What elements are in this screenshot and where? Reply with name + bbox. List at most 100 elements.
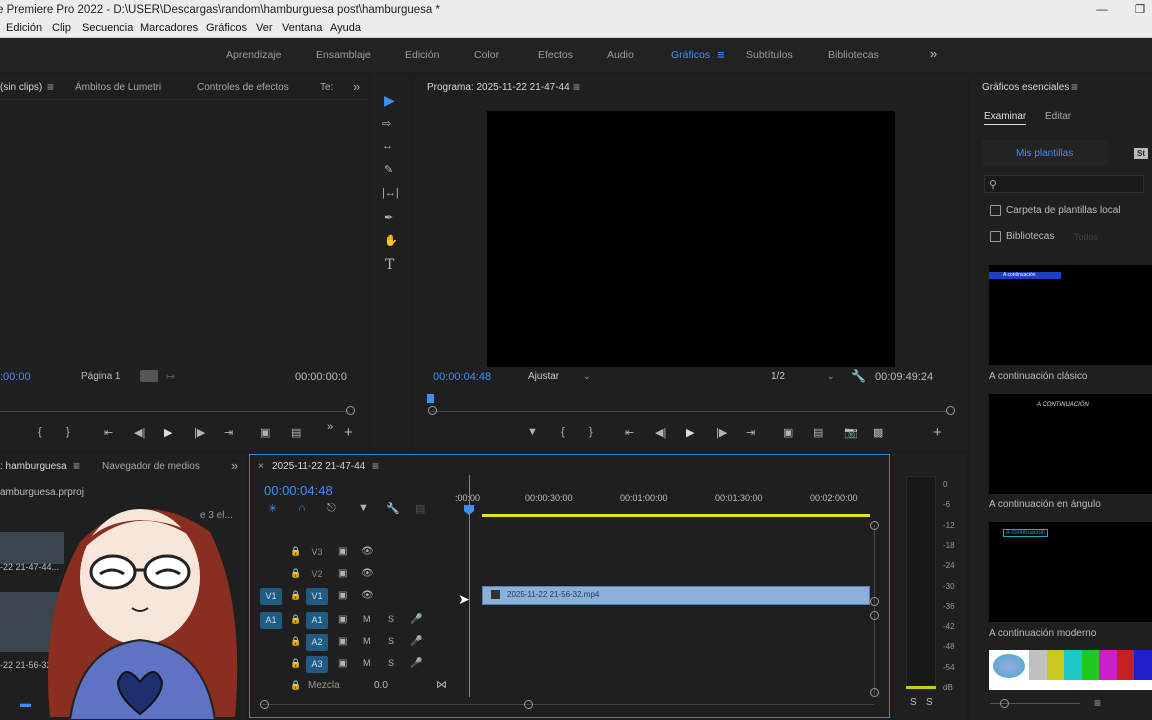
program-zoom-handle-right[interactable] [946,406,955,415]
my-templates-button[interactable]: Mis plantillas [982,140,1108,166]
nest-toggle-icon[interactable]: ✳ [268,502,277,515]
solo-button[interactable]: S [388,658,394,668]
sync-lock-icon[interactable]: ▣ [338,614,347,625]
mark-out-icon[interactable]: } [66,426,70,438]
mix-value[interactable]: 0.0 [374,680,388,691]
template-thumb-bars[interactable] [989,650,1152,690]
program-step-forward-icon[interactable]: |▶ [716,426,727,439]
libraries-checkbox[interactable] [990,231,1001,242]
workspace-audio[interactable]: Audio [607,49,634,61]
source-timecode[interactable]: :00:00 [0,371,31,383]
comparison-view-icon[interactable]: ▩ [873,426,883,439]
program-go-to-out-icon[interactable]: ⇥ [746,426,755,439]
local-templates-checkbox[interactable] [990,205,1001,216]
program-mark-out-icon[interactable]: } [589,426,593,438]
fit-dropdown[interactable]: Ajustar [528,371,559,382]
project-more-icon[interactable]: » [231,458,238,473]
lock-icon[interactable]: 🔒 [290,568,301,579]
menu-ver[interactable]: Ver [256,22,273,34]
tab-text[interactable]: Te: [320,82,333,93]
extract-icon[interactable]: ▤ [813,426,823,439]
resolution-dropdown[interactable]: 1/2 [771,371,785,382]
program-title[interactable]: Programa: 2025-11-22 21-47-44 [427,82,570,93]
workspace-aprendizaje[interactable]: Aprendizaje [226,49,281,61]
workspace-menu-icon[interactable]: ≡ [717,47,725,62]
solo-left-button[interactable]: S [910,697,917,708]
track-target-v2[interactable]: V2 [306,566,328,583]
track-select-tool-icon[interactable]: ⇨ [382,117,391,130]
program-playhead[interactable] [427,394,434,403]
menu-clip[interactable]: Clip [52,22,71,34]
solo-button[interactable]: S [388,636,394,646]
menu-ayuda[interactable]: Ayuda [330,22,361,34]
program-zoom-handle-left[interactable] [428,406,437,415]
type-tool-icon[interactable]: T [385,257,394,273]
menu-ventana[interactable]: Ventana [282,22,322,34]
source-menu-icon[interactable]: ≡ [47,80,54,94]
solo-button[interactable]: S [388,614,394,624]
eye-icon[interactable]: 👁 [361,546,374,557]
microphone-icon[interactable]: 🎤 [410,614,422,625]
tab-source[interactable]: (sin clips) [0,82,42,93]
tab-project[interactable]: : hamburguesa [0,461,67,472]
lock-icon[interactable]: 🔒 [290,658,301,669]
timeline-timecode[interactable]: 00:00:04:48 [264,483,333,498]
program-add-button-icon[interactable]: + [933,424,942,441]
step-forward-icon[interactable]: |▶ [194,426,205,439]
program-step-back-icon[interactable]: ◀| [655,426,666,439]
project-menu-icon[interactable]: ≡ [73,459,80,473]
tab-browse[interactable]: Examinar [984,111,1027,125]
adobe-stock-badge[interactable]: St [1134,148,1148,159]
razor-tool-icon[interactable]: ✎ [384,163,393,176]
template-search-input[interactable]: ⚲ [984,175,1144,193]
eye-icon[interactable]: 👁 [361,590,374,601]
linked-selection-icon[interactable]: ⎋ [327,502,336,515]
workspace-ensamblaje[interactable]: Ensamblaje [316,49,371,61]
export-frame-icon[interactable]: 📷 [844,426,858,439]
lock-icon[interactable]: 🔒 [290,590,301,601]
menu-secuencia[interactable]: Secuencia [82,22,133,34]
menu-edicion[interactable]: Edición [6,22,42,34]
add-marker-timeline-icon[interactable]: ▼ [358,502,369,514]
overwrite-icon[interactable]: ▤ [291,426,301,439]
play-icon[interactable]: ▶ [164,426,172,439]
vscroll-handle-1[interactable] [870,521,879,530]
more-workspaces-icon[interactable]: » [930,46,937,61]
source-patch-v1[interactable]: V1 [260,588,282,605]
program-play-icon[interactable]: ▶ [686,426,694,439]
add-marker-icon[interactable]: ▼ [527,426,538,438]
workspace-graficos[interactable]: Gráficos [671,49,710,61]
program-video-frame[interactable] [487,111,895,367]
pen-tool-icon[interactable]: ✒ [384,211,393,224]
more-tabs-icon[interactable]: » [353,79,360,94]
essential-graphics-title[interactable]: Gráficos esenciales [982,82,1069,93]
program-go-to-in-icon[interactable]: ⇤ [625,426,634,439]
template-thumb-angle[interactable]: A CONTINUACIÓN [989,394,1152,494]
source-patch-a1[interactable]: A1 [260,612,282,629]
program-timecode[interactable]: 00:00:04:48 [433,371,491,383]
mix-expand-icon[interactable]: ⋈ [436,678,447,691]
program-scrubber[interactable] [431,411,949,412]
timeline-scroll-handle-left[interactable] [260,700,269,709]
restore-icon[interactable]: ❐ [1130,0,1150,20]
playhead-handle[interactable] [464,505,474,515]
solo-right-button[interactable]: S [926,697,933,708]
vscroll-handle-3[interactable] [870,611,879,620]
hand-tool-icon[interactable]: ✋ [384,234,398,247]
source-dropdown-icon[interactable] [140,370,158,382]
lock-icon[interactable]: 🔒 [290,680,301,691]
selection-tool-icon[interactable]: ▶ [384,92,395,109]
menu-graficos[interactable]: Gráficos [206,22,247,34]
mark-in-icon[interactable]: { [38,426,42,438]
add-button-icon[interactable]: + [344,424,353,441]
tab-effect-controls[interactable]: Controles de efectos [197,82,289,93]
template-thumb-modern[interactable]: A continuación [989,522,1152,622]
close-sequence-icon[interactable]: × [258,461,264,472]
track-target-a1[interactable]: A1 [306,612,328,629]
eg-list-menu-icon[interactable]: ≡ [1094,696,1101,710]
source-scrubber[interactable] [0,411,350,412]
workspace-subtitulos[interactable]: Subtítulos [746,49,793,61]
video-clip[interactable]: 2025-11-22 21-56-32.mp4 [482,586,870,605]
mute-button[interactable]: M [363,636,371,646]
go-to-out-icon[interactable]: ⇥ [224,426,233,439]
